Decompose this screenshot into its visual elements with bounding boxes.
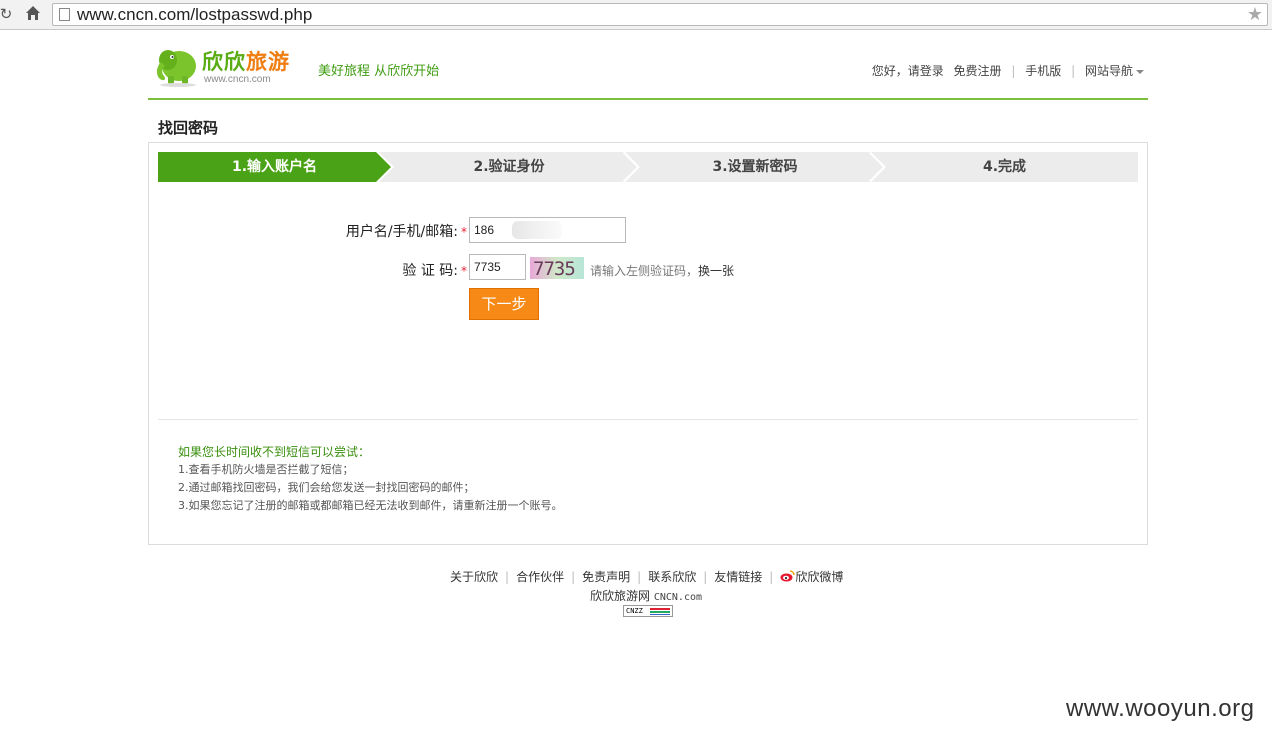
site-logo[interactable]: 欣欣旅游 www.cncn.com [152,40,297,90]
step-3: 3.设置新密码 [625,152,885,182]
url-text[interactable]: www.cncn.com/lostpasswd.php [77,5,312,25]
captcha-label: 验 证 码: * [402,263,467,279]
footer-links: 关于欣欣 | 合作伙伴 | 免责声明 | 联系欣欣 | 友情链接 | 欣欣微博 [450,568,843,585]
step-4-label: 4.完成 [982,159,1027,175]
next-step-button[interactable]: 下一步 [469,288,539,320]
logo-domain: www.cncn.com [204,74,271,85]
divider: | [1011,64,1016,78]
elephant-logo-icon [156,50,196,87]
tip-item: 2.通过邮箱找回密码，我们会给您发送一封找回密码的邮件； [178,481,475,494]
captcha-image[interactable]: 7735 [530,257,584,279]
tip-item: 3.如果您忘记了注册的邮箱或都邮箱已经无法收到邮件，请重新注册一个账号。 [178,499,563,512]
step-4: 4.完成 [871,152,1138,182]
logo-text: 欣欣旅游 [202,50,290,74]
top-nav: 您好，请登录 免费注册 | 手机版 | 网站导航 [872,62,1144,79]
step-3-label: 3.设置新密码 [712,159,798,175]
watermark: www.wooyun.org [1066,695,1255,722]
login-link[interactable]: 请登录 [908,62,944,79]
greeting-text: 您好， [871,64,908,78]
tips-title: 如果您长时间收不到短信可以尝试： [178,445,371,459]
register-link[interactable]: 免费注册 [954,62,1002,79]
step-2: 2.验证身份 [379,152,639,182]
captcha-input[interactable]: 7735 [469,254,526,280]
divider: | [637,570,642,584]
copyright: 欣欣旅游网 CNCN.com [590,589,703,603]
required-mark: * [461,225,467,239]
divider: | [571,570,576,584]
caret-down-icon [1136,69,1144,74]
header-divider [148,98,1148,100]
weibo-icon [780,570,795,582]
footer-link-weibo[interactable]: 欣欣微博 [780,570,843,584]
account-label: 用户名/手机/邮箱: * [345,224,467,240]
section-divider [158,419,1138,420]
divider: | [1071,64,1076,78]
page-icon [59,8,70,21]
address-bar[interactable]: www.cncn.com/lostpasswd.php ★ [52,3,1268,26]
footer-link-about[interactable]: 关于欣欣 [450,570,498,584]
account-input[interactable]: 186 [469,217,626,243]
divider: | [769,570,774,584]
change-captcha-link[interactable]: 换一张 [698,264,734,278]
tip-item: 1.查看手机防火墙是否拦截了短信； [178,463,354,476]
site-nav-menu[interactable]: 网站导航 [1085,62,1144,79]
mobile-link[interactable]: 手机版 [1025,62,1061,79]
step-indicator: 1.输入账户名 2.验证身份 3.设置新密码 4.完成 [158,152,1138,182]
home-icon[interactable] [24,5,42,23]
svg-text:7735: 7735 [533,258,575,279]
step-1: 1.输入账户名 [158,152,391,182]
redaction-blur [512,221,562,239]
footer-link-partners[interactable]: 合作伙伴 [516,570,564,584]
reload-icon[interactable]: ↻ [0,5,15,23]
footer-link-disclaimer[interactable]: 免责声明 [582,570,630,584]
slogan: 美好旅程 从欣欣开始 [318,64,440,79]
footer-link-contact[interactable]: 联系欣欣 [648,570,696,584]
step-1-label: 1.输入账户名 [231,159,318,175]
step-2-label: 2.验证身份 [473,159,545,175]
captcha-hint: 请输入左侧验证码，换一张 [590,264,735,278]
required-mark: * [461,264,467,278]
cnzz-badge[interactable]: CNZZ [623,605,673,617]
cnzz-bars [650,608,670,615]
page-title: 找回密码 [158,119,219,137]
sms-tips: 如果您长时间收不到短信可以尝试： 1.查看手机防火墙是否拦截了短信； 2.通过邮… [178,443,563,515]
footer-link-friends[interactable]: 友情链接 [714,570,762,584]
recover-password-panel: 1.输入账户名 2.验证身份 3.设置新密码 4.完成 用户名/手机/邮箱: * … [148,142,1148,545]
divider: | [505,570,510,584]
divider: | [703,570,708,584]
star-icon[interactable]: ★ [1247,4,1263,25]
browser-toolbar: ↻ www.cncn.com/lostpasswd.php ★ [0,0,1272,30]
